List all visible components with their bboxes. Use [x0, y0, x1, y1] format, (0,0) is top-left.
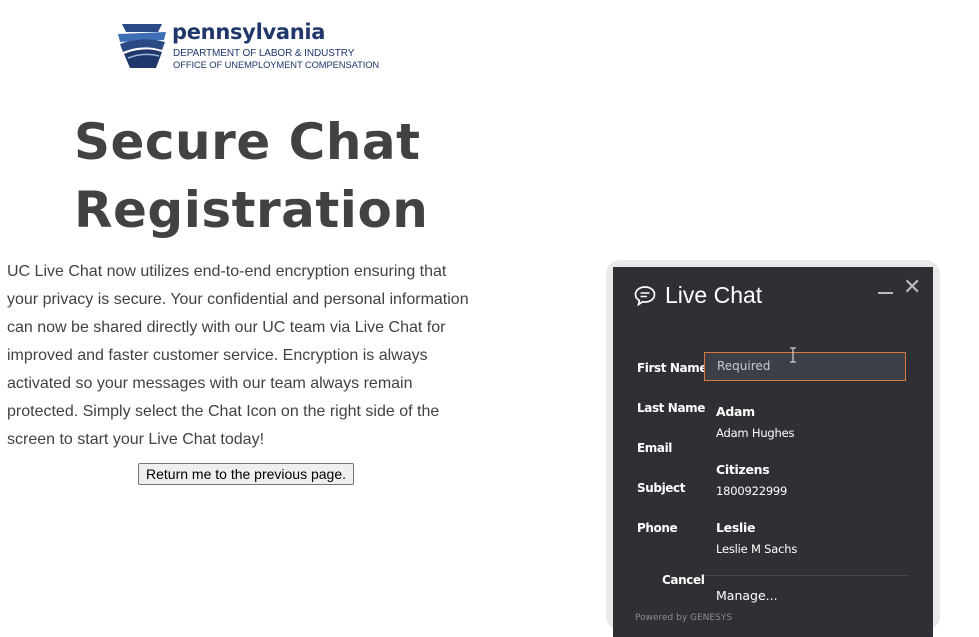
- email-label: Email: [637, 441, 673, 455]
- pa-logo: pennsylvania DEPARTMENT OF LABOR & INDUS…: [116, 18, 380, 72]
- close-icon[interactable]: ✕: [903, 277, 921, 299]
- subject-label: Subject: [637, 481, 686, 495]
- return-button[interactable]: Return me to the previous page.: [138, 463, 355, 485]
- autofill-divider: [704, 575, 909, 576]
- keystone-icon: [118, 24, 166, 68]
- manage-autofill-link[interactable]: Manage...: [716, 588, 778, 603]
- live-chat-widget: Live Chat ✕ First Name Required Last Nam…: [613, 267, 933, 637]
- page-title-line2: Registration: [74, 181, 429, 239]
- suggestion-sub: 1800922999: [716, 484, 788, 498]
- text-cursor-icon: [790, 347, 796, 363]
- first-name-label: First Name: [637, 361, 708, 375]
- page-title-line1: Secure Chat: [74, 113, 421, 171]
- suggestion-main: Citizens: [716, 462, 770, 477]
- suggestion-main: Leslie: [716, 520, 756, 535]
- intro-paragraph: UC Live Chat now utilizes end-to-end enc…: [7, 263, 469, 448]
- minimize-icon[interactable]: [878, 292, 893, 294]
- powered-by-text: Powered by GENESYS: [635, 613, 733, 623]
- page-title: Secure Chat Registration: [74, 108, 494, 244]
- suggestion-sub: Adam Hughes: [716, 426, 795, 440]
- suggestion-main: Adam: [716, 404, 755, 419]
- logo-office: OFFICE OF UNEMPLOYMENT COMPENSATION: [173, 59, 380, 70]
- logo-title: pennsylvania: [172, 20, 326, 44]
- suggestion-sub: Leslie M Sachs: [716, 542, 798, 556]
- logo-department: DEPARTMENT OF LABOR & INDUSTRY: [173, 48, 355, 59]
- chat-title: Live Chat: [665, 282, 763, 308]
- first-name-input[interactable]: Required: [704, 352, 906, 381]
- cancel-button[interactable]: Cancel: [662, 573, 705, 587]
- last-name-label: Last Name: [637, 401, 705, 415]
- chat-bubble-icon: [634, 286, 656, 307]
- phone-label: Phone: [637, 521, 678, 535]
